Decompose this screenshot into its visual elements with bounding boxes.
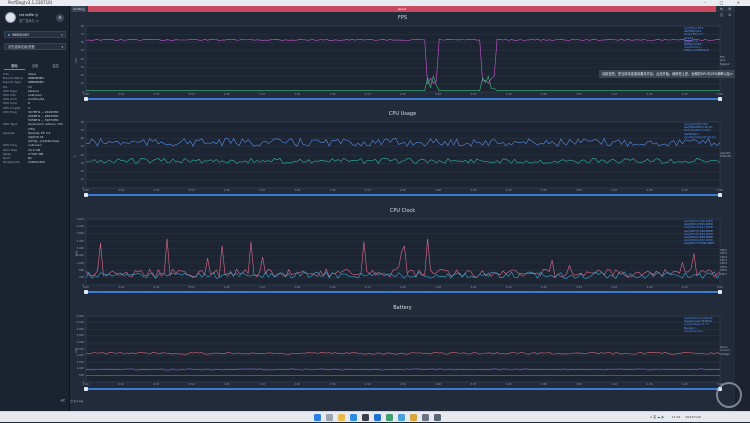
search-icon[interactable] bbox=[326, 414, 333, 421]
sidebar-tabs: 基础 设置 监控 bbox=[4, 63, 66, 70]
clock-time: 12:01 bbox=[671, 415, 681, 419]
slider-handle-end[interactable] bbox=[718, 290, 722, 294]
add-icon[interactable]: ⊕ bbox=[720, 7, 725, 11]
app-select-value: 请先选择应用/进程 bbox=[8, 45, 35, 49]
app-select[interactable]: 请先选择应用/进程 ▾ bbox=[4, 43, 66, 50]
chart-plot[interactable] bbox=[70, 13, 735, 108]
device-status-dot bbox=[8, 34, 10, 36]
time-range-slider[interactable] bbox=[84, 387, 722, 391]
chart-legend: Avg(Power)=2184mW Avg(Current)=448mA Avg(V… bbox=[684, 317, 713, 333]
gear-icon[interactable]: ⚙ bbox=[728, 7, 733, 11]
info-row: CPU Freq 307MHz ~ 2016MHz 499MHz ~ 2803MH… bbox=[3, 110, 67, 123]
tray-icons[interactable]: ∧ 英 ☁ 🔊 bbox=[650, 415, 665, 419]
chevron-down-icon: ▾ bbox=[61, 45, 63, 49]
chart-panel-3: Battery mW 5,000 4,500 4,000 3,500 3,000 2,500 2… bbox=[70, 303, 735, 398]
chart-plot[interactable] bbox=[70, 303, 735, 398]
chart-legend: Avg(AppCPU)=N/A Avg(TotalCPU)=32.1% Max(To… bbox=[684, 123, 716, 139]
avatar[interactable] bbox=[5, 12, 16, 23]
watermark-logo bbox=[716, 382, 742, 408]
hint-tooltip: 请检查您，您当前未连接设备并开启，点击开始，使用您上述，全局的GPU与CPU频率… bbox=[599, 70, 750, 78]
legend-item: FTime>=100ms=0 bbox=[684, 49, 709, 53]
info-value: 307MHz ~ 2016MHz 499MHz ~ 2803MHz 595MHz… bbox=[28, 109, 59, 123]
close-button[interactable]: × bbox=[737, 0, 746, 5]
series-toggle-list[interactable]: CPU0 CPU1 CPU2 CPU3 CPU4 CPU5 CPU6 CPU7 bbox=[720, 249, 727, 276]
slider-handle-end[interactable] bbox=[718, 193, 722, 197]
series-toggle[interactable]: Voltage bbox=[720, 353, 730, 356]
chart-legend: Avg(CPU0)=596.2MHz Avg(CPU1)=581.4MHz Avg(… bbox=[684, 220, 715, 246]
tab-settings[interactable]: 设置 bbox=[25, 63, 46, 70]
time-range-slider[interactable] bbox=[84, 290, 722, 294]
footer-log[interactable]: ◫ ◎ Log bbox=[70, 399, 83, 403]
top-bar: PerfDog label1 ⊕ ⚙ ◫ ⊡ bbox=[70, 6, 735, 17]
chart-legend: Avg(FPS)=58.6 Var(FPS)=0.0 Drop(FPS)=0.7 Ja… bbox=[684, 27, 709, 53]
legend-item: Avg(CPU7)=1094.4MHz bbox=[684, 242, 715, 246]
taskbar: ∧ 英 ☁ 🔊 12:01 2023/7/16 bbox=[0, 411, 750, 422]
slider-handle-start[interactable] bbox=[84, 193, 88, 197]
time-range-slider[interactable] bbox=[84, 97, 722, 101]
record-banner[interactable]: label1 bbox=[88, 6, 716, 12]
chart-panel-0: FPS FPS 80 70 60 50 40 30 20 10 0 0:00 0:16 0:33 0:50 1… bbox=[70, 13, 735, 108]
slider-handle-start[interactable] bbox=[84, 387, 88, 391]
legend-item: Avg(Normalized)=18.2% bbox=[684, 135, 716, 139]
series-toggle[interactable]: TotalCPU bbox=[720, 155, 731, 158]
info-key: GPU Type bbox=[3, 122, 18, 127]
chart-plot[interactable] bbox=[70, 206, 735, 301]
user-status: 无广告永久 ◎ bbox=[19, 19, 39, 23]
info-key: OpenGL bbox=[3, 130, 16, 135]
info-row: DisplayInfo 1080x2400 bbox=[3, 160, 67, 164]
folder-icon[interactable] bbox=[338, 414, 345, 421]
user-name: rat taiRe ◎ bbox=[19, 13, 39, 17]
device-info-table: Info Value Device Name 9BB0B0B3 Device Type 9… bbox=[3, 72, 67, 164]
window-title: PerfDog(v3.1.230716) bbox=[8, 0, 53, 5]
app-x-icon[interactable] bbox=[374, 414, 381, 421]
legend-item: Temperature=-- bbox=[684, 329, 705, 333]
collapse-sidebar-icon[interactable]: ≪ bbox=[60, 398, 65, 404]
main-area: PerfDog label1 ⊕ ⚙ ◫ ⊡ FPS FPS 80 70 60 50 40 3… bbox=[70, 6, 750, 411]
vertical-scrollbar[interactable] bbox=[735, 6, 750, 411]
vscode-icon[interactable] bbox=[386, 414, 393, 421]
device-select[interactable]: 9BB0B0B3 ▽ bbox=[4, 31, 66, 38]
tab-monitor[interactable]: 监控 bbox=[45, 63, 66, 70]
sidebar: rat taiRe ◎ 无广告永久 ◎ ⚙ 9BB0B0B3 ▽ 请先选择应用/… bbox=[0, 6, 70, 411]
app-icon[interactable] bbox=[410, 414, 417, 421]
series-toggle-list[interactable]: Power Current Voltage bbox=[720, 346, 730, 356]
slider-handle-end[interactable] bbox=[718, 97, 722, 101]
tab-perfdog[interactable]: PerfDog bbox=[72, 6, 86, 12]
info-key: CPU Freq bbox=[3, 109, 17, 114]
series-toggle[interactable]: CPU1 bbox=[720, 252, 727, 255]
app-icon-2[interactable] bbox=[434, 414, 441, 421]
settings-app-icon[interactable] bbox=[422, 414, 429, 421]
start-icon[interactable] bbox=[314, 414, 321, 421]
slider-handle-start[interactable] bbox=[84, 97, 88, 101]
series-toggle-list[interactable]: AppCPU TotalCPU bbox=[720, 152, 731, 159]
terminal-icon[interactable] bbox=[362, 414, 369, 421]
minimize-button[interactable]: – bbox=[704, 0, 712, 5]
tab-basic[interactable]: 基础 bbox=[4, 63, 25, 70]
info-key: DisplayInfo bbox=[3, 160, 20, 165]
series-toggle[interactable]: BigJank bbox=[720, 63, 730, 66]
info-value: 1080x2400 bbox=[28, 160, 46, 165]
edge-icon[interactable] bbox=[350, 414, 357, 421]
series-toggle[interactable]: CPU7 bbox=[720, 273, 727, 276]
clock-date: 2023/7/16 bbox=[685, 415, 701, 419]
info-row: OpenGL OpenGL ES 3.2 V@676.32 (GIT@...)(4… bbox=[3, 131, 67, 144]
info-value: Qualcomm Adreno 740 (TM) bbox=[28, 122, 63, 131]
series-toggle-list[interactable]: FPS Jank BigJank bbox=[720, 56, 730, 66]
info-row: GPU Type Qualcomm Adreno 740 (TM) bbox=[3, 122, 67, 130]
device-select-value: 9BB0B0B3 bbox=[12, 33, 29, 37]
system-tray[interactable]: ∧ 英 ☁ 🔊 12:01 2023/7/16 bbox=[650, 412, 701, 423]
chart-panel-2: CPU Clock MHz 3,600 3,200 2,800 2,400 2,000 1,6… bbox=[70, 206, 735, 301]
maximize-button[interactable]: □ bbox=[720, 0, 730, 5]
chart-panel-1: CPU Usage% 80 70 60 50 40 30 20 10 0 0:00 0:16 0:33 0… bbox=[70, 109, 735, 204]
settings-icon[interactable]: ⚙ bbox=[56, 14, 64, 22]
slider-handle-start[interactable] bbox=[84, 290, 88, 294]
time-range-slider[interactable] bbox=[84, 193, 722, 197]
chart-plot[interactable] bbox=[70, 109, 735, 204]
device-dropdown-icon: ▽ bbox=[60, 33, 63, 37]
series-toggle[interactable]: Current bbox=[720, 349, 730, 352]
perfdog-icon[interactable] bbox=[398, 414, 405, 421]
info-value: OpenGL ES 3.2 V@676.32 (GIT@...)(4ef4bc4… bbox=[28, 130, 60, 144]
